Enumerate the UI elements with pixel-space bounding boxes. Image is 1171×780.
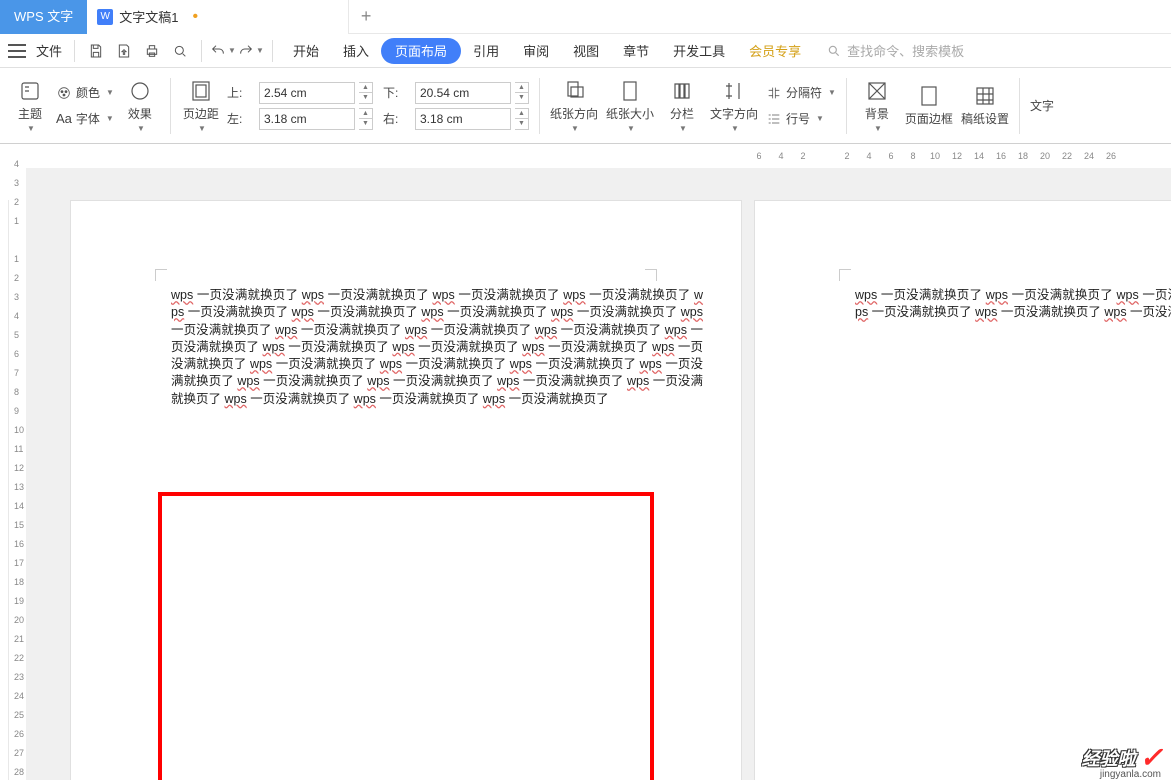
theme-group: 主题▼ 颜色▼ Aa字体▼ 效果▼ <box>10 68 160 143</box>
menu-tab-0[interactable]: 开始 <box>281 34 331 68</box>
effect-button[interactable]: 效果▼ <box>120 79 160 133</box>
theme-button[interactable]: 主题▼ <box>10 79 50 133</box>
new-tab-button[interactable]: + <box>349 0 383 34</box>
columns-button[interactable]: 分栏▼ <box>662 79 702 133</box>
margin-bottom-spinner[interactable]: ▲▼ <box>515 82 529 104</box>
search-box[interactable]: 查找命令、搜索模板 <box>827 41 964 60</box>
horizontal-ruler: 6422468101214161820222426 <box>26 144 1171 168</box>
page-2[interactable]: wps 一页没满就换页了 wps 一页没满就换页了 wps 一页没满就换页了 w… <box>754 200 1171 780</box>
color-button[interactable]: 颜色▼ <box>56 81 114 105</box>
menu-bar: 文件 ▼ ▼ 开始插入页面布局引用审阅视图章节开发工具会员专享 查找命令、搜索模… <box>0 34 1171 68</box>
margin-top-label: 上: <box>227 84 255 101</box>
doc-icon: W <box>97 9 113 25</box>
ribbon-tabs: 开始插入页面布局引用审阅视图章节开发工具会员专享 <box>281 34 813 68</box>
breaks-button[interactable]: 分隔符▼ <box>766 81 836 105</box>
menu-tab-4[interactable]: 审阅 <box>511 34 561 68</box>
page-1-body[interactable]: wps 一页没满就换页了 wps 一页没满就换页了 wps 一页没满就换页了 w… <box>171 287 703 408</box>
preview-icon[interactable] <box>167 38 193 64</box>
document-tab[interactable]: W 文字文稿1 • <box>87 0 349 34</box>
unsaved-indicator: • <box>192 8 198 26</box>
margin-top-spinner[interactable]: ▲▼ <box>359 82 373 104</box>
margin-left-spinner[interactable]: ▲▼ <box>359 108 373 130</box>
menu-tab-1[interactable]: 插入 <box>331 34 381 68</box>
font-button[interactable]: Aa字体▼ <box>56 107 114 131</box>
page-2-body[interactable]: wps 一页没满就换页了 wps 一页没满就换页了 wps 一页没满就换页了 w… <box>855 287 1171 322</box>
undo-icon[interactable]: ▼ <box>210 38 236 64</box>
vertical-ruler: 4321123456789101112131415161718192021222… <box>0 144 26 780</box>
menu-tab-6[interactable]: 章节 <box>611 34 661 68</box>
menu-tab-7[interactable]: 开发工具 <box>661 34 737 68</box>
margin-right-spinner[interactable]: ▲▼ <box>515 108 529 130</box>
background-button[interactable]: 背景▼ <box>857 79 897 133</box>
tab-title: 文字文稿1 <box>119 7 178 26</box>
margins-button[interactable]: 页边距▼ <box>181 79 221 133</box>
margins-group: 页边距▼ 上: ▲▼ 下: ▲▼ 左: ▲▼ 右: ▲▼ <box>181 68 529 143</box>
page-1[interactable]: wps 一页没满就换页了 wps 一页没满就换页了 wps 一页没满就换页了 w… <box>70 200 742 780</box>
file-menu[interactable]: 文件 <box>32 41 66 60</box>
text-wrap-button[interactable]: 文字 <box>1030 97 1054 114</box>
line-number-button[interactable]: 行号▼ <box>766 107 836 131</box>
search-placeholder: 查找命令、搜索模板 <box>847 41 964 60</box>
page-border-button[interactable]: 页面边框 <box>905 84 953 127</box>
menu-tab-5[interactable]: 视图 <box>561 34 611 68</box>
margin-left-input[interactable] <box>259 108 355 130</box>
margin-top-input[interactable] <box>259 82 355 104</box>
menu-tab-2[interactable]: 页面布局 <box>381 38 461 64</box>
save-as-icon[interactable] <box>111 38 137 64</box>
margin-right-label: 右: <box>383 110 411 127</box>
text-direction-button[interactable]: 文字方向▼ <box>710 79 758 133</box>
app-name: WPS 文字 <box>0 0 87 34</box>
paper-size-button[interactable]: 纸张大小▼ <box>606 79 654 133</box>
orientation-button[interactable]: 纸张方向▼ <box>550 79 598 133</box>
print-icon[interactable] <box>139 38 165 64</box>
title-bar: WPS 文字 W 文字文稿1 • + <box>0 0 1171 34</box>
menu-tab-8[interactable]: 会员专享 <box>737 34 813 68</box>
watermark-url: jingyanla.com <box>1100 769 1161 780</box>
grid-paper-button[interactable]: 稿纸设置 <box>961 84 1009 127</box>
ribbon: 主题▼ 颜色▼ Aa字体▼ 效果▼ 页边距▼ 上: ▲▼ 下: ▲▼ <box>0 68 1171 144</box>
document-canvas[interactable]: 6422468101214161820222426 wps 一页没满就换页了 w… <box>26 144 1171 780</box>
save-icon[interactable] <box>83 38 109 64</box>
menu-tab-3[interactable]: 引用 <box>461 34 511 68</box>
margin-right-input[interactable] <box>415 108 511 130</box>
margin-left-label: 左: <box>227 110 255 127</box>
hamburger-icon[interactable] <box>8 44 26 58</box>
redo-icon[interactable]: ▼ <box>238 38 264 64</box>
workspace: 4321123456789101112131415161718192021222… <box>0 144 1171 780</box>
margin-bottom-label: 下: <box>383 84 411 101</box>
margin-bottom-input[interactable] <box>415 82 511 104</box>
